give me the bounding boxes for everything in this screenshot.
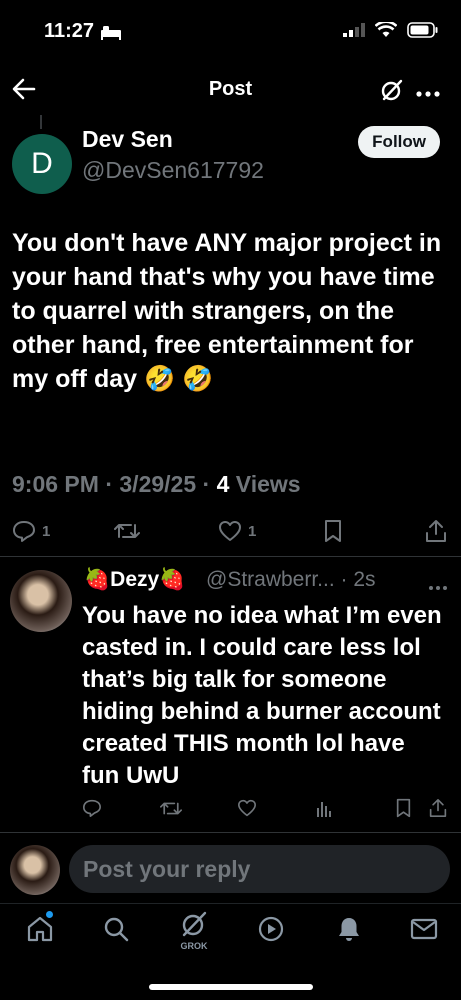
like-count: 1 — [248, 522, 257, 540]
share-icon — [429, 798, 447, 817]
bell-icon — [339, 918, 359, 941]
tweet-date: 3/29/25 — [119, 471, 197, 497]
search-icon — [104, 917, 129, 942]
grok-icon — [381, 79, 403, 101]
bookmark-icon — [325, 520, 341, 542]
author-avatar[interactable]: D — [12, 134, 72, 194]
nav-home[interactable] — [24, 911, 56, 945]
reply-action[interactable]: 1 — [12, 520, 50, 542]
views-label: Views — [235, 471, 301, 497]
more-horizontal-icon — [429, 586, 447, 590]
grok-button[interactable] — [380, 78, 404, 107]
home-icon — [27, 916, 53, 942]
reply-views-action[interactable] — [316, 799, 332, 822]
like-action[interactable]: 1 — [218, 520, 256, 542]
reply-share-action[interactable] — [429, 798, 447, 823]
reply-age: 2s — [353, 568, 376, 591]
reply-input[interactable]: Post your reply — [69, 845, 450, 893]
wifi-icon — [375, 22, 397, 37]
play-circle-icon — [258, 916, 284, 942]
repost-icon — [160, 802, 182, 815]
nav-video[interactable] — [255, 913, 287, 945]
reply-more-button[interactable] — [428, 578, 448, 596]
mail-icon — [410, 918, 438, 940]
grok-icon — [182, 911, 207, 937]
bed-icon — [100, 24, 122, 45]
thread-line — [40, 115, 42, 129]
analytics-icon — [317, 802, 331, 817]
reply-reply-action[interactable] — [82, 799, 102, 822]
share-icon — [426, 520, 446, 542]
share-action[interactable] — [425, 519, 447, 543]
repost-icon — [114, 524, 140, 538]
more-options-button[interactable] — [416, 85, 440, 103]
author-handle[interactable]: @DevSen617792 — [82, 157, 264, 184]
heart-icon — [238, 799, 256, 817]
reply-author-avatar[interactable] — [10, 570, 72, 632]
tweet-meta: 9:06 PM · 3/29/25 · 4 Views — [12, 471, 301, 497]
reply-author-name[interactable]: 🍓Dezy🍓 — [84, 568, 185, 592]
nav-search[interactable] — [100, 913, 132, 945]
views-count[interactable]: 4 — [217, 471, 230, 497]
reply-bookmark-action[interactable] — [395, 798, 412, 823]
heart-icon — [219, 521, 241, 541]
author-name[interactable]: Dev Sen — [82, 126, 173, 153]
my-avatar[interactable] — [10, 845, 60, 895]
battery-icon — [407, 22, 438, 38]
follow-button[interactable]: Follow — [358, 126, 440, 158]
status-indicators — [343, 22, 439, 38]
reply-text: You have no idea what I’m even casted in… — [82, 602, 442, 789]
tweet-time: 9:06 PM — [12, 471, 99, 497]
divider — [0, 556, 461, 557]
reply-count: 1 — [42, 522, 51, 540]
divider — [0, 832, 461, 833]
nav-messages[interactable] — [408, 913, 440, 945]
reply-icon — [13, 521, 35, 542]
nav-notifications[interactable] — [333, 913, 365, 945]
status-time: 11:27 — [44, 20, 95, 42]
reply-icon — [83, 799, 101, 817]
divider — [0, 903, 461, 904]
signal-icon — [343, 23, 365, 37]
bookmark-icon — [396, 798, 411, 818]
bookmark-action[interactable] — [323, 519, 343, 543]
reply-author-handle[interactable]: @Strawberr... · 2s — [206, 568, 376, 592]
notification-dot — [46, 911, 53, 918]
tweet-text: You don't have ANY major project in your… — [12, 229, 442, 393]
reply-like-action[interactable] — [237, 799, 257, 822]
home-indicator[interactable] — [149, 984, 313, 990]
repost-action[interactable] — [114, 521, 140, 541]
nav-grok[interactable]: GROK — [176, 910, 212, 951]
reply-repost-action[interactable] — [160, 800, 182, 822]
more-horizontal-icon — [416, 91, 440, 97]
grok-label: GROK — [180, 941, 208, 951]
reply-handle[interactable]: @Strawberr... — [206, 568, 335, 591]
